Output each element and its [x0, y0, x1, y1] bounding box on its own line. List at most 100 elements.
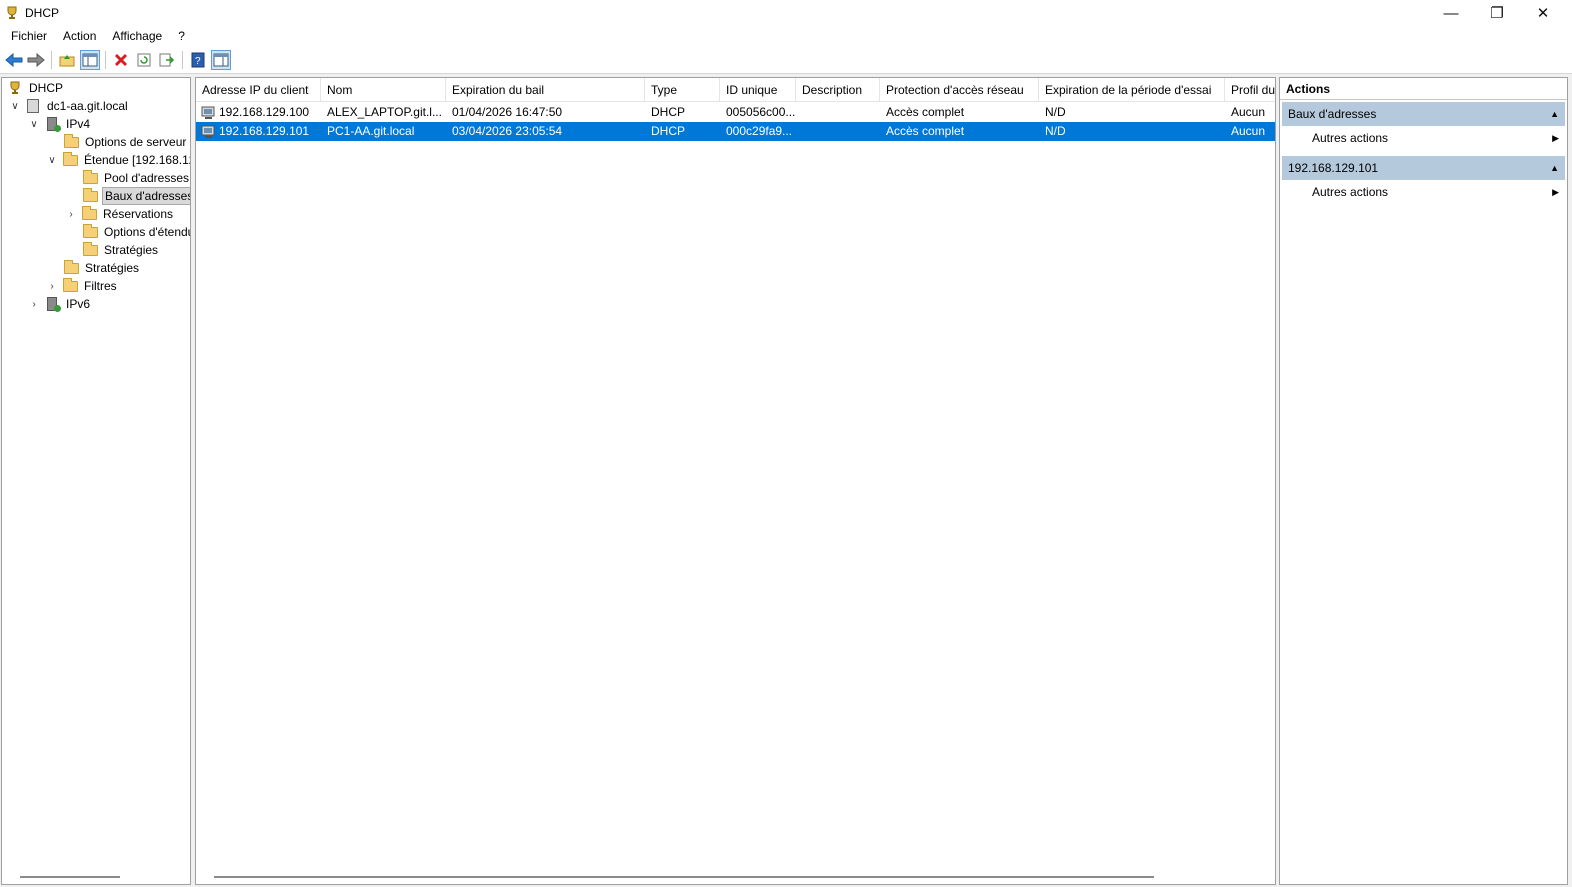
actions-pane: Actions Baux d'adresses ▲ Autres actions…: [1279, 77, 1568, 885]
cell-profile: Aucun: [1231, 124, 1266, 138]
minimize-button[interactable]: —: [1428, 0, 1474, 26]
column-header-type[interactable]: Type: [645, 78, 720, 102]
actions-section-selected-lease[interactable]: 192.168.129.101 ▲: [1282, 156, 1565, 180]
tree-item-filters[interactable]: › Filtres: [46, 277, 119, 295]
tree-label: Étendue [192.168.129.0]: [84, 153, 190, 167]
column-header-unique-id[interactable]: ID unique: [720, 78, 796, 102]
tree-item-ipv6[interactable]: › IPv6: [28, 295, 92, 313]
tree-item-scope-options[interactable]: Options d'étendue: [82, 223, 190, 241]
column-header-lease-expiration[interactable]: Expiration du bail: [446, 78, 645, 102]
list-header: Adresse IP du client Nom Expiration du b…: [196, 78, 1275, 102]
column-header-probation-expiration[interactable]: Expiration de la période d'essai: [1039, 78, 1225, 102]
cell-lease-expiration: 03/04/2026 23:05:54: [452, 124, 563, 138]
console-tree: DHCP ∨ dc1-aa.git.local ∨ IPv4 Options d…: [1, 77, 191, 885]
tree-item-reservations[interactable]: › Réservations: [65, 205, 175, 223]
tree-label: Filtres: [84, 279, 117, 293]
server-icon: [25, 98, 41, 114]
column-header-description[interactable]: Description: [796, 78, 880, 102]
tree-item-ipv4[interactable]: ∨ IPv4: [28, 115, 92, 133]
filter-icon: [62, 277, 78, 294]
actions-title: Actions: [1280, 78, 1567, 100]
cell-unique-id: 000c29fa9...: [726, 124, 793, 138]
list-horizontal-scrollbar[interactable]: [214, 876, 1154, 878]
show-hide-action-pane-button[interactable]: [211, 50, 231, 70]
folder-up-icon: [59, 55, 75, 67]
column-header-profile[interactable]: Profil du: [1225, 78, 1275, 102]
chevron-down-icon[interactable]: ∨: [28, 118, 40, 130]
ipv6-server-icon: [44, 296, 61, 312]
column-header-nap[interactable]: Protection d'accès réseau: [880, 78, 1039, 102]
menu-action[interactable]: Action: [55, 26, 104, 46]
section-label: 192.168.129.101: [1288, 161, 1379, 175]
column-header-name[interactable]: Nom: [321, 78, 446, 102]
table-row[interactable]: 192.168.129.100 ALEX_LAPTOP.git.l... 01/…: [196, 103, 1275, 122]
chevron-right-icon[interactable]: ›: [28, 298, 40, 310]
cell-ip: 192.168.129.101: [219, 124, 310, 138]
svg-text:?: ?: [195, 56, 201, 67]
table-row[interactable]: 192.168.129.101 PC1-AA.git.local 03/04/2…: [196, 122, 1275, 141]
show-hide-tree-button[interactable]: [80, 50, 100, 70]
cell-probation-expiration: N/D: [1045, 105, 1066, 119]
cell-name: ALEX_LAPTOP.git.l...: [327, 105, 442, 119]
help-book-icon: ?: [191, 52, 205, 68]
collapse-caret-icon[interactable]: ▲: [1550, 102, 1559, 126]
tree-item-server-options[interactable]: Options de serveur: [63, 133, 188, 151]
action-more-actions[interactable]: Autres actions ▶: [1282, 180, 1565, 204]
back-button[interactable]: [4, 50, 24, 70]
chevron-down-icon[interactable]: ∨: [46, 154, 58, 166]
export-icon: [159, 53, 175, 67]
folder-policies-icon: [63, 259, 79, 276]
restore-button[interactable]: ❐: [1474, 0, 1520, 26]
menu-affichage[interactable]: Affichage: [104, 26, 170, 46]
tree-item-dhcp[interactable]: DHCP: [7, 79, 65, 97]
restore-icon: ❐: [1490, 5, 1504, 22]
cell-lease-expiration: 01/04/2026 16:47:50: [452, 105, 563, 119]
chevron-right-icon[interactable]: ›: [46, 280, 58, 292]
cell-unique-id: 005056c00...: [726, 105, 796, 119]
delete-button[interactable]: [111, 50, 131, 70]
menu-help[interactable]: ?: [170, 26, 193, 46]
cell-type: DHCP: [651, 124, 686, 138]
cell-type: DHCP: [651, 105, 686, 119]
leases-list: Adresse IP du client Nom Expiration du b…: [195, 77, 1276, 885]
minimize-icon: —: [1443, 4, 1459, 22]
section-label: Baux d'adresses: [1288, 107, 1377, 121]
tree-item-server[interactable]: ∨ dc1-aa.git.local: [9, 97, 130, 115]
help-button[interactable]: ?: [188, 50, 208, 70]
export-list-button[interactable]: [157, 50, 177, 70]
cell-description: [796, 122, 880, 141]
cell-profile: Aucun: [1231, 105, 1266, 119]
tree-item-policies[interactable]: Stratégies: [63, 259, 141, 277]
tree-item-address-pool[interactable]: Pool d'adresses: [82, 169, 190, 187]
action-more-actions[interactable]: Autres actions ▶: [1282, 126, 1565, 150]
tree-item-scope[interactable]: ∨ Étendue [192.168.129.0]: [46, 151, 190, 169]
title-bar: DHCP — ❐ ✕: [0, 0, 1572, 26]
chevron-right-icon[interactable]: ›: [65, 208, 77, 220]
tree-label: Stratégies: [85, 261, 140, 275]
menu-fichier[interactable]: Fichier: [3, 26, 55, 46]
up-folder-button[interactable]: [57, 50, 77, 70]
action-label: Autres actions: [1312, 131, 1389, 145]
forward-button[interactable]: [26, 50, 46, 70]
toolbar-separator: [51, 51, 52, 69]
tree-item-address-leases[interactable]: Baux d'adresses: [82, 187, 190, 205]
actions-section-address-leases[interactable]: Baux d'adresses ▲: [1282, 102, 1565, 126]
tree-horizontal-scrollbar[interactable]: [20, 876, 120, 878]
cell-name: PC1-AA.git.local: [327, 124, 415, 138]
tree-label: IPv4: [66, 117, 91, 131]
close-button[interactable]: ✕: [1520, 0, 1566, 26]
chevron-down-icon[interactable]: ∨: [9, 100, 21, 112]
refresh-button[interactable]: [134, 50, 154, 70]
folder-policies-icon: [82, 241, 98, 258]
cell-nap: Accès complet: [886, 124, 965, 138]
tree-label: Options d'étendue: [104, 225, 190, 239]
console-tree-icon: [82, 53, 98, 67]
tree-label: dc1-aa.git.local: [47, 99, 128, 113]
delete-x-icon: [114, 53, 128, 67]
folder-reservations-icon: [81, 205, 97, 222]
tree-item-scope-policies[interactable]: Stratégies: [82, 241, 160, 259]
column-header-ip[interactable]: Adresse IP du client: [196, 78, 321, 102]
submenu-arrow-icon: ▶: [1552, 187, 1559, 197]
forward-arrow-icon: [27, 53, 45, 67]
collapse-caret-icon[interactable]: ▲: [1550, 156, 1559, 180]
